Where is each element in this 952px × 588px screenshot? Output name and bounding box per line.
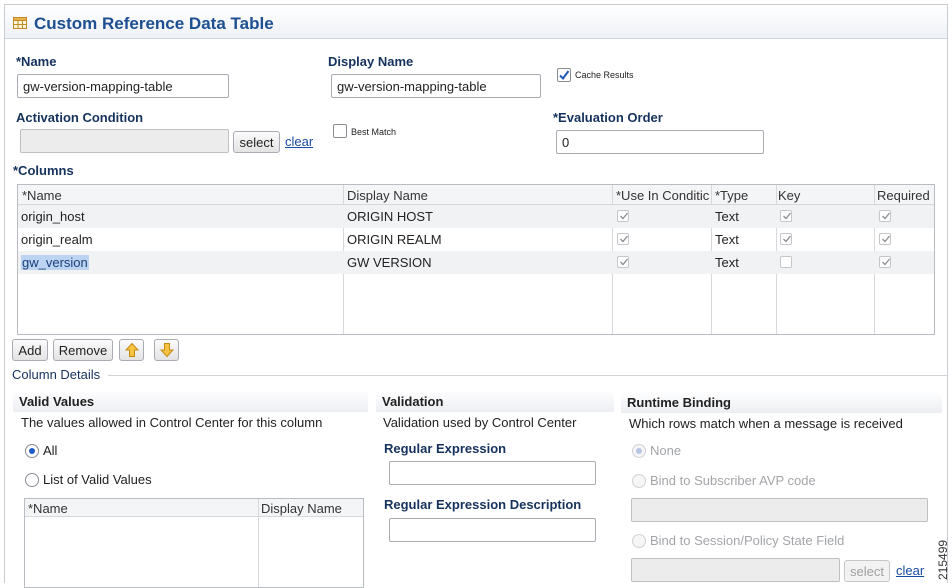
bind-session-label: Bind to Session/Policy State Field (650, 533, 845, 548)
session-clear-link[interactable]: clear (896, 563, 924, 578)
activation-condition-label: Activation Condition (16, 110, 144, 125)
col-header-required[interactable]: Required (877, 185, 930, 205)
activation-select-button[interactable]: select (233, 131, 280, 153)
col-header-name[interactable]: *Name (22, 185, 62, 205)
vv-col-header-name[interactable]: *Name (28, 498, 68, 518)
best-match-checkbox[interactable] (333, 124, 347, 138)
cell-name: origin_realm (21, 232, 93, 247)
cell-display-name: GW VERSION (347, 255, 432, 270)
checkmark-icon (620, 235, 629, 243)
required-checkbox[interactable] (879, 233, 891, 245)
table-row[interactable]: origin_realm ORIGIN REALM Text (18, 228, 934, 251)
bind-avp-label: Bind to Subscriber AVP code (650, 473, 816, 488)
cell-display-name: ORIGIN HOST (347, 209, 433, 224)
add-column-button[interactable]: Add (12, 339, 48, 361)
vv-col-header-display-name[interactable]: Display Name (261, 498, 342, 518)
validation-description: Validation used by Control Center (383, 415, 577, 430)
valid-values-grid: *Name Display Name (24, 498, 364, 588)
regex-description-label: Regular Expression Description (384, 497, 582, 512)
checkmark-icon (882, 212, 891, 220)
list-of-valid-values-radio[interactable] (25, 473, 39, 487)
required-checkbox[interactable] (879, 256, 891, 268)
checkmark-icon (620, 258, 629, 266)
cache-results-checkbox[interactable] (557, 68, 571, 82)
list-of-valid-values-label: List of Valid Values (43, 472, 152, 487)
key-checkbox[interactable] (780, 210, 792, 222)
col-header-key[interactable]: Key (778, 185, 800, 205)
validation-header: Validation (376, 390, 614, 412)
required-checkbox[interactable] (879, 210, 891, 222)
figure-number: 215499 (936, 539, 950, 580)
move-up-button[interactable] (119, 339, 144, 361)
cell-type: Text (715, 255, 739, 270)
cell-display-name: ORIGIN REALM (347, 232, 442, 247)
evaluation-order-input[interactable] (556, 130, 764, 154)
cell-name: gw_version (21, 255, 89, 270)
column-details-title: Column Details (12, 367, 101, 382)
use-in-condition-checkbox[interactable] (617, 256, 629, 268)
checkmark-icon (882, 235, 891, 243)
col-header-type[interactable]: *Type (715, 185, 748, 205)
display-name-input[interactable] (331, 74, 541, 98)
runtime-binding-header: Runtime Binding (621, 391, 942, 413)
cache-results-label: Cache Results (575, 70, 634, 80)
column-details-divider (108, 375, 948, 376)
regex-input[interactable] (389, 461, 596, 485)
activation-condition-input[interactable] (20, 129, 229, 153)
best-match-label: Best Match (351, 127, 397, 137)
avp-code-input[interactable] (631, 498, 928, 522)
checkmark-icon (783, 212, 792, 220)
display-name-label: Display Name (328, 54, 414, 69)
name-input[interactable] (17, 74, 229, 98)
page-title: Custom Reference Data Table (34, 14, 274, 33)
valid-values-header: Valid Values (13, 390, 368, 412)
move-down-button[interactable] (154, 339, 179, 361)
bind-none-radio[interactable] (632, 444, 646, 458)
checkmark-icon (559, 70, 570, 81)
regex-label: Regular Expression (384, 441, 507, 456)
col-divider (258, 499, 259, 587)
session-field-input[interactable] (631, 558, 840, 582)
selected-cell-text: gw_version (21, 255, 89, 270)
col-header-display-name[interactable]: Display Name (347, 185, 428, 205)
cell-type: Text (715, 232, 739, 247)
all-values-label: All (43, 443, 58, 458)
runtime-binding-description: Which rows match when a message is recei… (629, 416, 903, 431)
arrow-down-icon (159, 343, 175, 358)
checkmark-icon (882, 258, 891, 266)
table-row[interactable]: gw_version GW VERSION Text (18, 251, 934, 274)
bind-avp-radio[interactable] (632, 474, 646, 488)
checkmark-icon (620, 212, 629, 220)
bind-none-label: None (650, 443, 682, 458)
checkmark-icon (783, 235, 792, 243)
cell-type: Text (715, 209, 739, 224)
evaluation-order-label: *Evaluation Order (553, 110, 663, 125)
all-values-radio[interactable] (25, 444, 39, 458)
bind-session-radio[interactable] (632, 534, 646, 548)
key-checkbox[interactable] (780, 256, 792, 268)
valid-values-description: The values allowed in Control Center for… (21, 415, 323, 430)
title-bar: Custom Reference Data Table (5, 5, 947, 39)
key-checkbox[interactable] (780, 233, 792, 245)
name-label: *Name (16, 54, 57, 69)
table-row[interactable]: origin_host ORIGIN HOST Text (18, 205, 934, 228)
session-select-button[interactable]: select (844, 560, 890, 582)
col-header-use-in-condition[interactable]: *Use In Conditic (616, 185, 711, 205)
remove-column-button[interactable]: Remove (53, 339, 113, 361)
regex-description-input[interactable] (389, 518, 596, 542)
columns-label: *Columns (13, 163, 74, 178)
columns-grid: *Name Display Name *Use In Conditic *Typ… (17, 184, 935, 335)
use-in-condition-checkbox[interactable] (617, 210, 629, 222)
cell-name: origin_host (21, 209, 85, 224)
arrow-up-icon (124, 342, 140, 357)
activation-clear-link[interactable]: clear (285, 134, 313, 149)
use-in-condition-checkbox[interactable] (617, 233, 629, 245)
table-icon (13, 17, 27, 32)
